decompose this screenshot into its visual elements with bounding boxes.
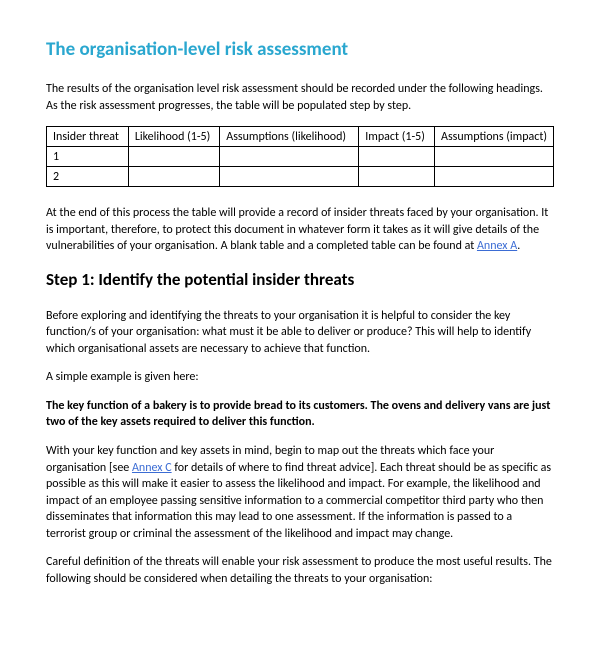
example-paragraph: The key function of a bakery is to provi…: [46, 398, 554, 431]
table-header: Impact (1-5): [359, 127, 435, 147]
body-paragraph: A simple example is given here:: [46, 369, 554, 386]
table-cell: 1: [47, 147, 129, 167]
table-header: Assumptions (likelihood): [220, 127, 359, 147]
table-cell: [435, 147, 554, 167]
table-header: Insider threat: [47, 127, 129, 147]
step-heading: Step 1: Identify the potential insider t…: [46, 269, 554, 290]
document-page: The organisation-level risk assessment T…: [0, 0, 600, 609]
table-cell: [220, 167, 359, 187]
table-row: 2: [47, 167, 554, 187]
table-row: 1: [47, 147, 554, 167]
after-table-paragraph: At the end of this process the table wil…: [46, 205, 554, 255]
body-paragraph: Careful definition of the threats will e…: [46, 554, 554, 587]
table-header-row: Insider threat Likelihood (1-5) Assumpti…: [47, 127, 554, 147]
table-header: Likelihood (1-5): [128, 127, 219, 147]
body-paragraph: Before exploring and identifying the thr…: [46, 308, 554, 358]
table-cell: [128, 147, 219, 167]
table-cell: [359, 147, 435, 167]
intro-paragraph: The results of the organisation level ri…: [46, 81, 554, 114]
table-cell: [220, 147, 359, 167]
after-table-tail: .: [517, 239, 520, 253]
body-paragraph: With your key function and key assets in…: [46, 443, 554, 542]
risk-assessment-table: Insider threat Likelihood (1-5) Assumpti…: [46, 126, 554, 187]
annex-a-link[interactable]: Annex A: [477, 239, 517, 253]
table-cell: [359, 167, 435, 187]
page-title: The organisation-level risk assessment: [46, 38, 554, 61]
table-header: Assumptions (impact): [435, 127, 554, 147]
table-cell: 2: [47, 167, 129, 187]
annex-c-link[interactable]: Annex C: [132, 461, 172, 475]
table-cell: [435, 167, 554, 187]
after-table-text: At the end of this process the table wil…: [46, 206, 548, 253]
table-cell: [128, 167, 219, 187]
